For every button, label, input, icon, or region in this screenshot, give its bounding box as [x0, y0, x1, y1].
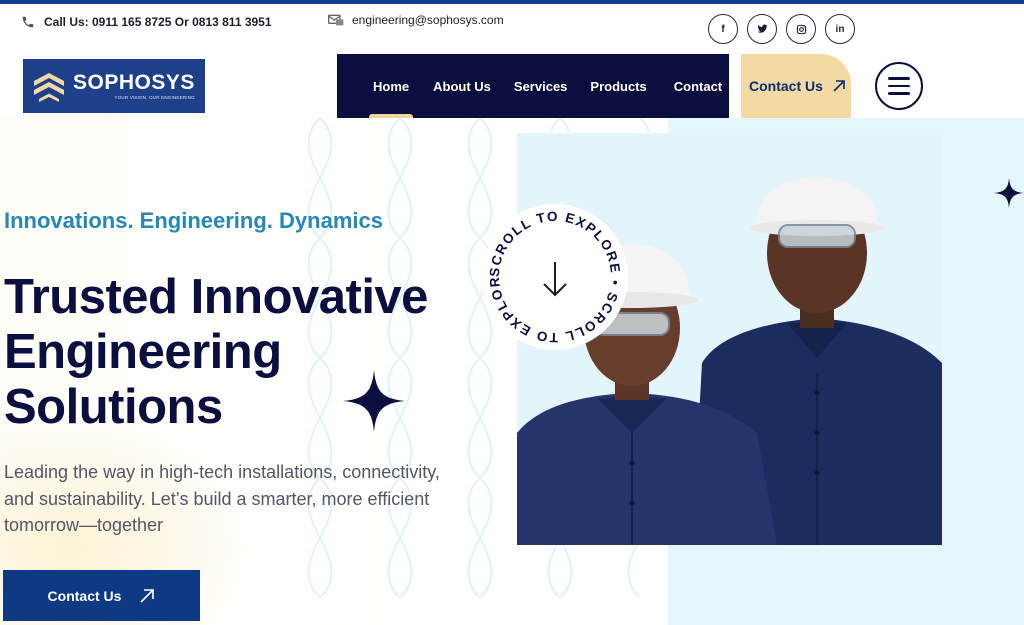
linkedin-icon[interactable]: in	[825, 14, 855, 44]
logo-wordmark: SOPHOSYS	[73, 71, 195, 94]
arrow-up-right-icon	[140, 588, 155, 603]
email-text: engineering@sophosys.com	[352, 13, 504, 27]
nav-products[interactable]: Products	[590, 79, 646, 94]
phone-icon	[20, 14, 36, 30]
social-links: f in	[708, 14, 855, 44]
scroll-to-explore-badge[interactable]: SCROLL TO EXPLORE • SCROLL TO EXPLORE •	[475, 190, 630, 352]
logo-tagline: YOUR VISION, OUR ENGINEERING	[114, 95, 195, 100]
hero-tagline: Innovations. Engineering. Dynamics	[4, 208, 383, 233]
topbar-email[interactable]: engineering@sophosys.com	[328, 12, 504, 28]
nav-cta-label: Contact Us	[749, 78, 823, 94]
hero-subtext: Leading the way in high-tech installatio…	[4, 462, 440, 535]
arrow-up-right-icon	[833, 80, 845, 92]
phone-text: Call Us: 0911 165 8725 Or 0813 811 3951	[44, 15, 272, 29]
facebook-icon[interactable]: f	[708, 14, 738, 44]
sparkle-icon	[343, 370, 405, 432]
twitter-icon[interactable]	[747, 14, 777, 44]
nav-contact-us-button[interactable]: Contact Us	[741, 54, 851, 118]
nav-home[interactable]: Home	[368, 79, 414, 120]
nav-services[interactable]: Services	[514, 79, 568, 94]
topbar-phone[interactable]: Call Us: 0911 165 8725 Or 0813 811 3951	[20, 14, 272, 30]
email-icon	[328, 12, 344, 28]
nav-contact[interactable]: Contact	[674, 79, 722, 94]
main-nav: Home About Us Services Products Contact	[337, 54, 729, 120]
instagram-icon[interactable]	[786, 14, 816, 44]
hero-contact-us-button[interactable]: Contact Us	[3, 570, 200, 621]
hamburger-menu-icon[interactable]	[875, 62, 923, 110]
top-accent-rule	[0, 0, 1024, 4]
site-logo[interactable]: SOPHOSYS YOUR VISION, OUR ENGINEERING	[23, 59, 205, 113]
logo-chevron-icon	[34, 73, 64, 102]
nav-about-us[interactable]: About Us	[433, 79, 491, 94]
hero-cta-label: Contact Us	[47, 587, 122, 604]
sparkle-icon	[994, 178, 1024, 208]
